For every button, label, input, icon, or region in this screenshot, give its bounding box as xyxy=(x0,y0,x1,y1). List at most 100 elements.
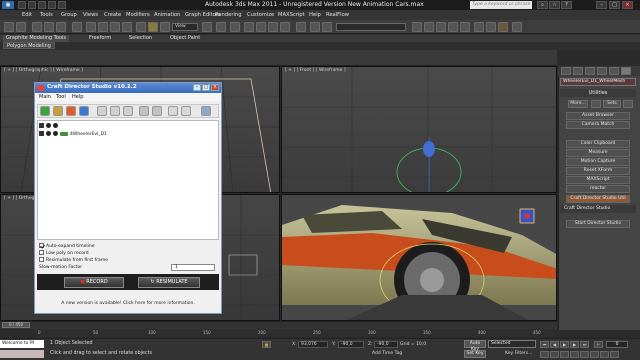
auto-expand-checkbox[interactable] xyxy=(39,243,44,248)
maxscript-output[interactable] xyxy=(0,350,44,358)
utilities-rollout-title[interactable]: Utilities xyxy=(560,89,636,97)
add-time-tag-button[interactable]: Add Time Tag xyxy=(372,351,402,356)
open-file-icon[interactable] xyxy=(28,1,36,9)
toggle-icon[interactable] xyxy=(39,131,44,136)
modify-tab-icon[interactable] xyxy=(573,67,583,75)
record-tool-icon[interactable] xyxy=(66,106,76,116)
time-slider-track[interactable] xyxy=(0,321,557,329)
preferences-icon[interactable] xyxy=(168,106,178,116)
delete-icon[interactable] xyxy=(123,106,133,116)
undo-toolbar-icon[interactable] xyxy=(4,22,14,32)
lock-icon[interactable] xyxy=(53,123,58,128)
slowmo-factor-spinner[interactable]: 1 xyxy=(171,264,215,271)
viewport-perspective[interactable] xyxy=(281,194,557,321)
low-poly-option[interactable]: Low poly on record xyxy=(39,250,89,256)
asset-browser-button[interactable]: Asset Browser xyxy=(566,112,630,120)
edit-named-sets-icon[interactable] xyxy=(296,22,306,32)
undo-icon[interactable] xyxy=(48,1,56,9)
angle-snap-icon[interactable] xyxy=(256,22,266,32)
sets-config-icon[interactable] xyxy=(623,100,633,108)
menu-modifiers[interactable]: Modifiers xyxy=(126,12,150,18)
menu-customize[interactable]: Customize xyxy=(247,12,274,18)
menu-create[interactable]: Create xyxy=(104,12,121,18)
app-menu-button[interactable]: ▣ xyxy=(2,1,14,9)
select-object-icon[interactable] xyxy=(86,22,96,32)
cds-tree-list[interactable] xyxy=(37,120,219,240)
cds-close-button[interactable]: × xyxy=(211,84,219,91)
resimulate-first-option[interactable]: Resimulate from first frame xyxy=(39,257,108,263)
lock-icon[interactable] xyxy=(53,131,58,136)
minimize-button[interactable]: – xyxy=(596,1,607,9)
low-poly-checkbox[interactable] xyxy=(39,250,44,255)
toggle-icon[interactable] xyxy=(39,123,44,128)
auto-expand-option[interactable]: Auto-expand timeline xyxy=(39,243,95,249)
joystick-icon[interactable] xyxy=(139,106,149,116)
link-icon[interactable] xyxy=(32,22,42,32)
camera-match-button[interactable]: Camera Match xyxy=(566,121,630,129)
auto-key-button[interactable]: Auto Key xyxy=(464,340,486,352)
tab-selection[interactable]: Selection xyxy=(126,35,155,42)
menu-animation[interactable]: Animation xyxy=(154,12,180,18)
curve-editor-icon[interactable] xyxy=(436,22,446,32)
redo-icon[interactable] xyxy=(58,1,66,9)
named-selection-set-dropdown[interactable] xyxy=(336,23,406,31)
more-button[interactable]: More... xyxy=(568,100,588,108)
tab-object-paint[interactable]: Object Paint xyxy=(167,35,203,42)
mirror-icon[interactable] xyxy=(310,22,320,32)
render-iterative-icon[interactable] xyxy=(512,22,522,32)
menu-group[interactable]: Group xyxy=(61,12,77,18)
zoom-extents-all-icon[interactable] xyxy=(570,351,579,358)
close-button[interactable]: × xyxy=(622,1,633,9)
menu-maxscript[interactable]: MAXScript xyxy=(278,12,305,18)
reference-coord-dropdown[interactable]: View xyxy=(172,23,198,31)
rendered-frame-window-icon[interactable] xyxy=(486,22,496,32)
hierarchy-tab-icon[interactable] xyxy=(585,67,595,75)
save-file-icon[interactable] xyxy=(38,1,46,9)
menu-edit[interactable]: Edit xyxy=(22,12,32,18)
selection-region-icon[interactable] xyxy=(110,22,120,32)
menu-realflow[interactable]: RealFlow xyxy=(326,12,349,18)
menu-rendering[interactable]: Rendering xyxy=(215,12,242,18)
search-icon[interactable]: ⌕ xyxy=(537,1,548,9)
start-director-studio-button[interactable]: Start Director Studio xyxy=(566,220,630,228)
help-icon[interactable]: ? xyxy=(561,1,572,9)
tree-row[interactable]: 4WheelerEvl_D1 xyxy=(39,131,107,138)
key-selection-dropdown[interactable]: Selected xyxy=(488,340,536,348)
menu-tools[interactable]: Tools xyxy=(40,12,53,18)
utilities-tab-icon[interactable] xyxy=(621,67,631,75)
copy-icon[interactable] xyxy=(97,106,107,116)
redo-toolbar-icon[interactable] xyxy=(16,22,26,32)
gamepad-icon[interactable] xyxy=(152,106,162,116)
tab-freeform[interactable]: Freeform xyxy=(86,35,114,42)
cds-menu-main[interactable]: Main xyxy=(39,94,51,100)
go-to-start-icon[interactable]: ⏮ xyxy=(540,341,549,348)
menu-help[interactable]: Help xyxy=(309,12,321,18)
maximize-button[interactable]: □ xyxy=(609,1,620,9)
time-slider[interactable]: 0 / 450 xyxy=(2,322,30,328)
tree-row-header[interactable] xyxy=(39,123,60,130)
unlink-icon[interactable] xyxy=(44,22,54,32)
current-frame-field[interactable]: 0 xyxy=(606,341,628,348)
display-tab-icon[interactable] xyxy=(609,67,619,75)
add-vehicle-icon[interactable] xyxy=(40,106,50,116)
lock-selection-icon[interactable]: 🔒 xyxy=(262,341,271,348)
reset-xform-button[interactable]: Reset XForm xyxy=(566,167,630,175)
maxscript-listener[interactable]: Welcome to M xyxy=(0,340,44,348)
reactor-button[interactable]: reactor xyxy=(566,185,630,193)
keyboard-shortcut-icon[interactable] xyxy=(230,22,240,32)
window-crossing-icon[interactable] xyxy=(122,22,132,32)
tree-row-label[interactable]: 4WheelerEvl_D1 xyxy=(70,132,107,137)
cds-minimize-button[interactable]: – xyxy=(193,84,201,91)
x-coordinate-field[interactable]: 93,076 xyxy=(298,341,328,348)
create-tab-icon[interactable] xyxy=(561,67,571,75)
bind-space-warp-icon[interactable] xyxy=(56,22,66,32)
craft-director-rollout-title[interactable]: Craft Director Studio xyxy=(560,205,636,213)
y-coordinate-field[interactable]: -90,0 xyxy=(338,341,364,348)
spinner-snap-icon[interactable] xyxy=(280,22,290,32)
scale-icon[interactable] xyxy=(160,22,170,32)
eye-icon[interactable] xyxy=(46,123,51,128)
tab-graphite-modeling-tools[interactable]: Graphite Modeling Tools xyxy=(3,35,70,42)
layer-manager-icon[interactable] xyxy=(412,22,422,32)
go-to-end-icon[interactable]: ⏭ xyxy=(580,341,589,348)
new-file-icon[interactable] xyxy=(18,1,26,9)
